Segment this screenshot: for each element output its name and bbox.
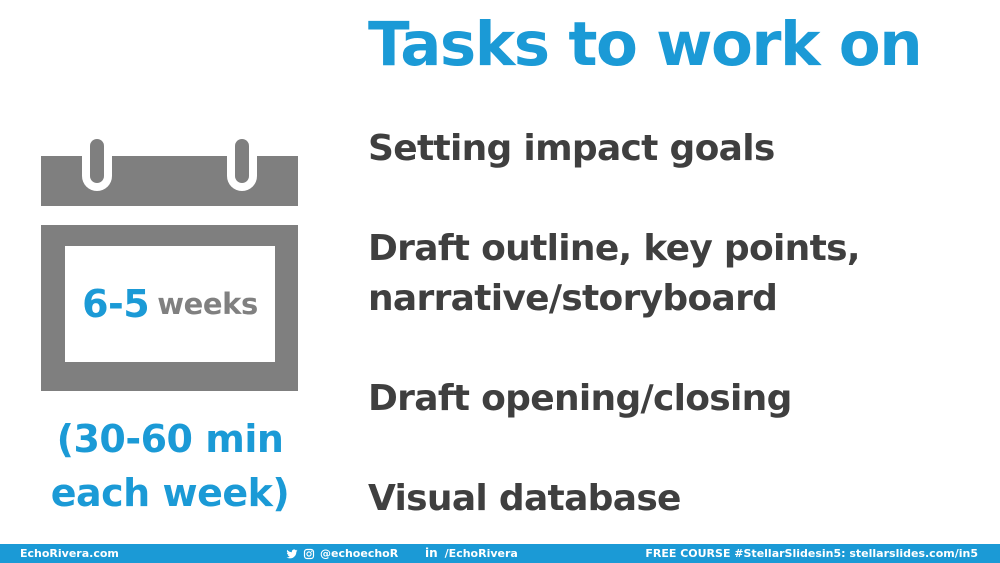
- calendar-ring-left: [90, 139, 104, 183]
- duration-note: (30-60 min each week): [30, 412, 310, 520]
- slide: Tasks to work on Setting impact goals Dr…: [0, 0, 1000, 563]
- calendar-header-bar: [41, 156, 298, 206]
- weeks-unit: weeks: [157, 286, 258, 321]
- duration-line: each week): [50, 471, 290, 515]
- task-item: Visual database: [368, 474, 681, 524]
- twitter-icon: [286, 548, 298, 558]
- calendar-weeks-label: 6-5 weeks: [65, 246, 275, 362]
- weeks-number: 6-5: [82, 282, 150, 326]
- task-line: Draft outline, key points,: [368, 228, 861, 269]
- slide-title: Tasks to work on: [368, 9, 923, 80]
- task-line: narrative/storyboard: [368, 278, 778, 319]
- duration-line: (30-60 min: [56, 417, 284, 461]
- footer-social[interactable]: @echoechoR: [286, 544, 398, 563]
- task-item: Draft opening/closing: [368, 374, 792, 424]
- task-line: Draft opening/closing: [368, 378, 792, 419]
- footer-social-handle: @echoechoR: [320, 547, 399, 560]
- footer-bar: EchoRivera.com @echoechoR in /EchoRivera…: [0, 544, 1000, 563]
- task-line: Visual database: [368, 478, 681, 519]
- instagram-icon: [303, 548, 315, 559]
- linkedin-icon: in: [425, 546, 438, 560]
- footer-linkedin-handle: /EchoRivera: [444, 547, 518, 560]
- task-item: Setting impact goals: [368, 124, 775, 174]
- task-line: Setting impact goals: [368, 128, 775, 169]
- task-item: Draft outline, key points, narrative/sto…: [368, 224, 861, 324]
- calendar-ring-right: [235, 139, 249, 183]
- footer-linkedin[interactable]: in /EchoRivera: [425, 544, 518, 563]
- footer-website[interactable]: EchoRivera.com: [20, 544, 119, 563]
- footer-promo[interactable]: FREE COURSE #StellarSlidesin5: stellarsl…: [645, 544, 978, 563]
